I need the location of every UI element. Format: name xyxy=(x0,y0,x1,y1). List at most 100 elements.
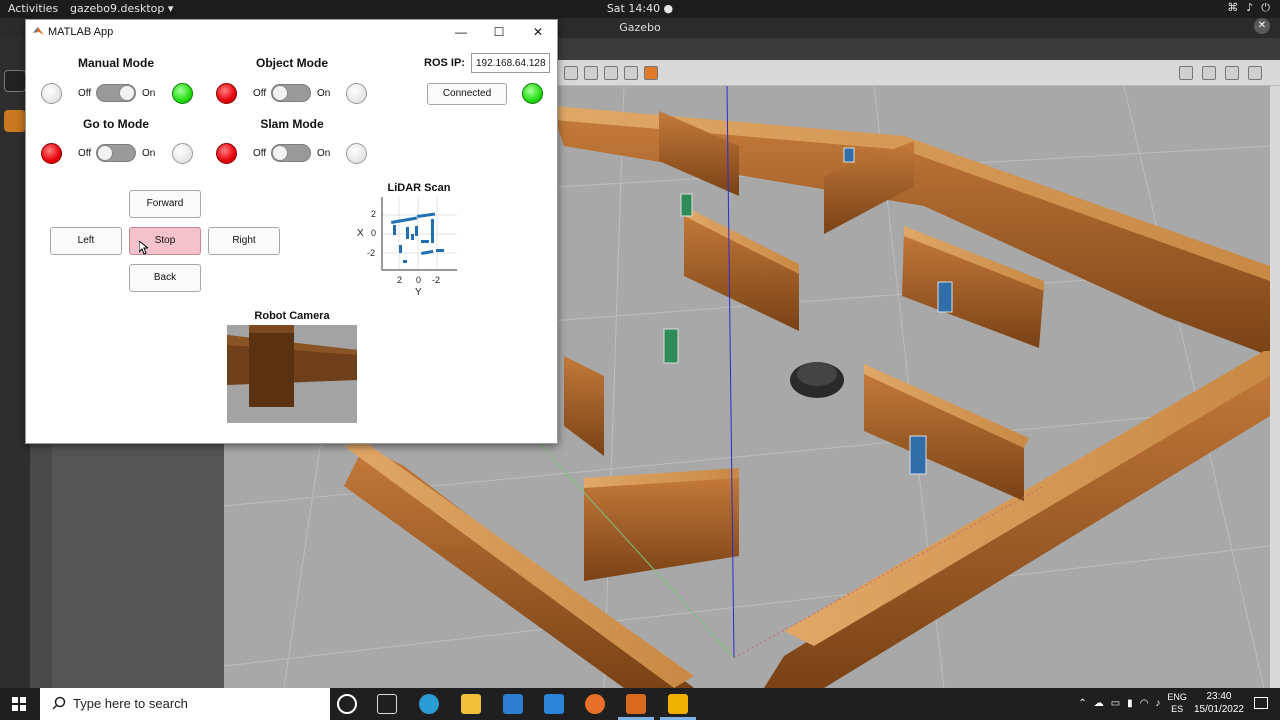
goto-on-lamp xyxy=(172,143,193,164)
speaker-icon[interactable]: ♪ xyxy=(1155,698,1160,709)
back-button[interactable]: Back xyxy=(129,264,201,292)
search-placeholder: Type here to search xyxy=(73,696,188,711)
left-button[interactable]: Left xyxy=(50,227,122,255)
right-button[interactable]: Right xyxy=(208,227,280,255)
lidar-ytick-neg2: -2 xyxy=(367,248,376,258)
lidar-xtick-0: 0 xyxy=(416,275,422,285)
box-tool-icon[interactable] xyxy=(564,66,578,80)
manual-mode-switch[interactable] xyxy=(96,84,136,102)
switch-knob xyxy=(97,145,113,161)
goto-off-lamp xyxy=(41,143,62,164)
matlab-app-window: MATLAB App — ☐ ✕ Manual Mode Off On Obje… xyxy=(25,19,558,444)
matlab-logo-icon xyxy=(33,27,44,35)
meet-icon[interactable]: ▭ xyxy=(1111,698,1120,709)
store-icon[interactable] xyxy=(503,694,523,714)
chevron-up-icon[interactable]: ⌃ xyxy=(1078,698,1086,709)
windows-taskbar: Type here to search ⌃ ☁ ▭ ▮ ◠ ♪ ENG ES 2… xyxy=(0,688,1280,720)
gazebo-close-icon[interactable]: ✕ xyxy=(1254,18,1270,34)
slam-on-lamp xyxy=(346,143,367,164)
manual-off-lamp xyxy=(41,83,62,104)
system-tray[interactable]: ⌘ ♪ ⏻ xyxy=(1227,1,1270,15)
lidar-ylabel: X xyxy=(357,228,364,239)
windows-start-icon[interactable] xyxy=(12,697,26,711)
panel-region xyxy=(52,438,248,720)
expand-icon[interactable] xyxy=(1202,66,1216,80)
lidar-xtick-2: 2 xyxy=(397,275,403,285)
viewport-scrollbar[interactable] xyxy=(1270,86,1280,688)
object-on-label: On xyxy=(317,88,331,99)
wifi-icon[interactable]: ◠ xyxy=(1140,698,1149,709)
plot-icon[interactable] xyxy=(1225,66,1239,80)
volume-icon: ♪ xyxy=(1246,1,1254,14)
search-icon xyxy=(52,696,66,710)
file-explorer-icon[interactable] xyxy=(461,694,481,714)
object-on-lamp xyxy=(346,83,367,104)
object-off-label: Off xyxy=(253,88,267,99)
switch-knob xyxy=(119,85,135,101)
slam-mode-switch[interactable] xyxy=(271,144,311,162)
object-mode-title: Object Mode xyxy=(255,56,328,70)
goto-on-label: On xyxy=(142,148,156,159)
slam-off-lamp xyxy=(216,143,237,164)
network-icon: ⌘ xyxy=(1227,1,1239,14)
manual-on-label: On xyxy=(142,88,156,99)
edge-icon[interactable] xyxy=(419,694,439,714)
ros-ip-input[interactable] xyxy=(471,53,550,73)
gazebo-icon[interactable] xyxy=(4,110,26,132)
translate-tool-icon[interactable] xyxy=(584,66,598,80)
camera-image xyxy=(227,325,357,423)
ubuntu-top-bar: Activities gazebo9.desktop ▾ Sat 14:40 ●… xyxy=(0,0,1280,18)
lang-bottom: ES xyxy=(1171,704,1184,714)
task-view-icon[interactable] xyxy=(377,694,397,714)
matlab-window-title: MATLAB App xyxy=(48,26,114,38)
goto-off-label: Off xyxy=(78,148,92,159)
maximize-icon[interactable]: ☐ xyxy=(484,23,514,41)
switch-knob xyxy=(272,145,288,161)
slam-mode-title: Slam Mode xyxy=(260,117,324,131)
manual-mode-title: Manual Mode xyxy=(77,56,154,70)
taskbar-clock[interactable]: 23:40 15/01/2022 xyxy=(1194,690,1244,716)
taskbar-search-box[interactable]: Type here to search xyxy=(40,688,330,720)
system-tray-area: ⌃ ☁ ▭ ▮ ◠ ♪ ENG ES 23:40 15/01/2022 xyxy=(1078,690,1244,716)
connect-button[interactable]: Connected xyxy=(427,83,507,105)
vmware-icon[interactable] xyxy=(668,694,688,714)
switch-knob xyxy=(272,85,288,101)
robot-camera-view xyxy=(227,325,357,423)
top-clock[interactable]: Sat 14:40 ● xyxy=(0,2,1280,15)
lang-top: ENG xyxy=(1167,692,1187,702)
lidar-ytick-2: 2 xyxy=(371,209,377,219)
language-indicator[interactable]: ENG ES xyxy=(1167,691,1187,715)
connection-status-lamp xyxy=(522,83,543,104)
object-mode-switch[interactable] xyxy=(271,84,311,102)
close-icon[interactable]: ✕ xyxy=(523,23,553,41)
camera-title: Robot Camera xyxy=(254,310,330,322)
power-icon: ⏻ xyxy=(1261,1,1270,14)
lidar-xtick-neg2: -2 xyxy=(432,275,441,285)
align-tool-icon[interactable] xyxy=(604,66,618,80)
mail-icon[interactable] xyxy=(544,694,564,714)
battery-icon[interactable]: ▮ xyxy=(1127,698,1133,709)
forward-button[interactable]: Forward xyxy=(129,190,201,218)
manual-on-lamp xyxy=(172,83,193,104)
mouse-cursor-icon xyxy=(139,241,148,255)
goto-mode-switch[interactable] xyxy=(96,144,136,162)
taskbar-time: 23:40 xyxy=(1206,691,1232,702)
snap-tool-icon[interactable] xyxy=(624,66,638,80)
lidar-xlabel: Y xyxy=(415,287,422,298)
ros-ip-label: ROS IP: xyxy=(424,57,465,69)
notification-icon[interactable] xyxy=(1254,697,1268,709)
terminal-icon[interactable] xyxy=(4,70,26,92)
cloud-icon[interactable]: ☁ xyxy=(1094,698,1104,709)
slam-on-label: On xyxy=(317,148,331,159)
manual-off-label: Off xyxy=(78,88,92,99)
screenshot-icon[interactable] xyxy=(1179,66,1193,80)
minimize-icon[interactable]: — xyxy=(446,23,476,41)
record-icon[interactable] xyxy=(1248,66,1262,80)
lidar-ytick-0: 0 xyxy=(371,228,377,238)
slam-off-label: Off xyxy=(253,148,267,159)
taskbar-date: 15/01/2022 xyxy=(1193,704,1244,715)
firefox-icon[interactable] xyxy=(585,694,605,714)
light-tool-icon[interactable] xyxy=(644,66,658,80)
matlab-taskbar-icon[interactable] xyxy=(626,694,646,714)
cortana-icon[interactable] xyxy=(337,694,357,714)
